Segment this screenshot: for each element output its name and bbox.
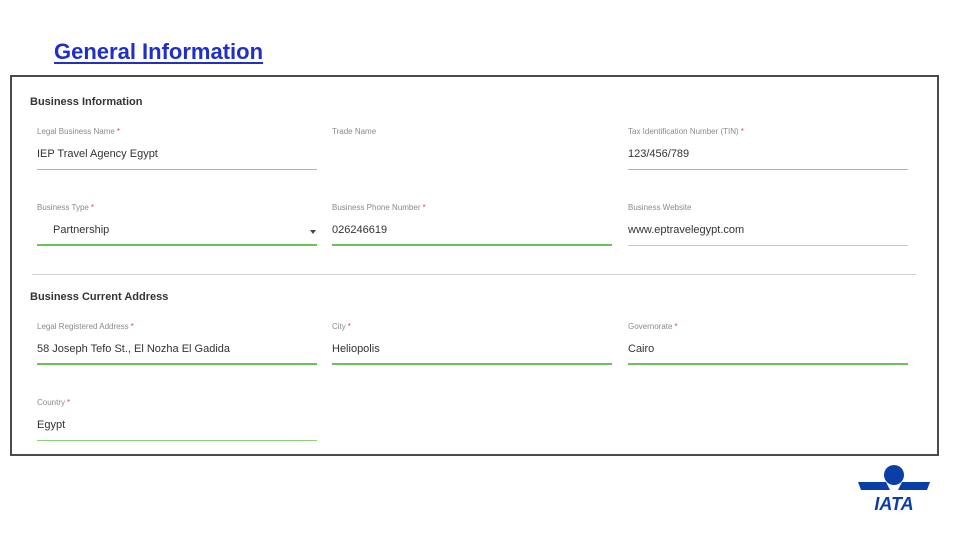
section-title-business-information: Business Information (30, 96, 143, 108)
tin-value: 123/456/789 (628, 148, 690, 160)
iata-logo-icon: IATA (858, 465, 930, 514)
city-value: Heliopolis (332, 343, 380, 355)
legal-business-name-value: IEP Travel Agency Egypt (37, 148, 158, 160)
business-type-value: Partnership (53, 224, 110, 236)
legal-business-name-label: Legal Business Name * (37, 127, 120, 136)
trade-name-label: Trade Name (332, 127, 377, 136)
section-divider (32, 274, 916, 275)
city-field[interactable]: City * Heliopolis (332, 322, 612, 374)
business-website-field[interactable]: Business Website www.eptravelegypt.com (628, 203, 908, 255)
business-website-label: Business Website (628, 203, 692, 212)
trade-name-field[interactable]: Trade Name (332, 127, 612, 179)
legal-registered-address-field[interactable]: Legal Registered Address * 58 Joseph Tefo… (37, 322, 317, 374)
country-label: Country * (37, 398, 71, 407)
city-label: City * (332, 322, 351, 331)
legal-registered-address-label: Legal Registered Address * (37, 322, 134, 331)
legal-business-name-field[interactable]: Legal Business Name * IEP Travel Agency E… (37, 127, 317, 179)
tin-field[interactable]: Tax Identification Number (TIN) * 123/456… (628, 127, 908, 179)
field-underline (37, 363, 317, 365)
governorate-label: Governorate * (628, 322, 678, 331)
field-underline (332, 363, 612, 365)
governorate-value: Cairo (628, 343, 655, 355)
business-phone-label: Business Phone Number * (332, 203, 426, 212)
field-underline (628, 169, 908, 170)
business-phone-field[interactable]: Business Phone Number * 026246619 (332, 203, 612, 255)
dropdown-caret-icon[interactable] (310, 230, 316, 234)
business-type-label: Business Type * (37, 203, 95, 212)
governorate-field[interactable]: Governorate * Cairo (628, 322, 908, 374)
slide-title: General Information (54, 39, 264, 64)
business-form-panel: Business Information Legal Business Name… (10, 75, 939, 456)
country-value: Egypt (37, 419, 66, 431)
iata-logo: IATA (856, 463, 932, 514)
country-field[interactable]: Country * Egypt (37, 398, 317, 450)
tin-label: Tax Identification Number (TIN) * (628, 127, 744, 136)
business-phone-value: 026246619 (332, 224, 388, 236)
section-title-business-current-address: Business Current Address (30, 291, 169, 303)
field-underline (37, 169, 317, 170)
field-underline (628, 245, 908, 246)
business-type-select[interactable]: Business Type * Partnership (37, 203, 317, 255)
field-underline (37, 244, 317, 246)
field-underline (628, 363, 908, 365)
field-underline (332, 244, 612, 246)
legal-registered-address-value: 58 Joseph Tefo St., El Nozha El Gadida (37, 343, 231, 355)
business-website-value: www.eptravelegypt.com (628, 224, 745, 236)
iata-logo-text: IATA (874, 494, 913, 513)
field-underline (37, 440, 317, 441)
